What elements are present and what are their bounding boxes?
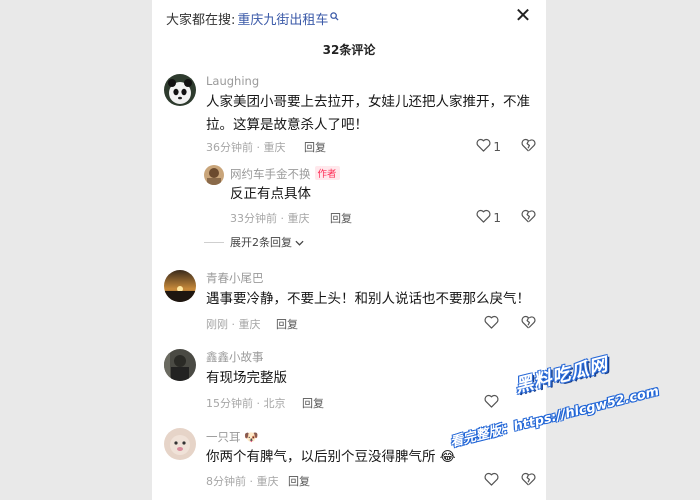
comment-username[interactable]: 鑫鑫小故事 [206, 349, 264, 365]
heart-icon [484, 472, 499, 489]
heart-icon [476, 138, 491, 155]
comment-meta: 15分钟前 · 北京 [206, 397, 286, 410]
comment-actions [484, 314, 536, 333]
comment-meta: 8分钟前 · 重庆 [206, 475, 279, 488]
heart-icon [476, 209, 491, 226]
heart-icon [484, 315, 499, 332]
reply-text: 反正有点具体 [230, 186, 311, 202]
expand-replies-button[interactable]: 展开2条回复 [204, 234, 304, 250]
like-button[interactable] [484, 315, 501, 332]
close-icon[interactable]: ✕ [512, 4, 534, 26]
like-button[interactable]: 1 [476, 138, 501, 155]
reply-button[interactable]: 回复 [276, 316, 298, 332]
like-button[interactable] [484, 394, 501, 411]
reply-meta: 33分钟前 · 重庆 [230, 212, 310, 225]
dislike-button[interactable] [521, 314, 536, 333]
comment-text: 遇事要冷静，不要上头！和别人说话也不要那么戾气！ [206, 291, 530, 307]
avatar[interactable] [204, 165, 224, 185]
comment-text: 人家美团小哥要上去拉开，女娃儿还把人家推开，不准 [206, 94, 530, 110]
broken-heart-icon [521, 314, 536, 333]
chevron-down-icon [295, 236, 304, 249]
broken-heart-icon [521, 471, 536, 490]
like-button[interactable] [484, 472, 501, 489]
dislike-button[interactable] [521, 471, 536, 490]
avatar[interactable] [164, 74, 196, 106]
avatar[interactable] [164, 270, 196, 302]
hot-search-bar[interactable]: 大家都在搜: 重庆九街出租车 [166, 8, 339, 28]
comment-username[interactable]: 青春小尾巴 [206, 270, 264, 286]
comment-actions [484, 393, 536, 412]
reply-actions: 1 [476, 208, 536, 227]
laughing-crying-emoji-icon: 😂 [439, 449, 456, 465]
dislike-button[interactable] [521, 137, 536, 156]
comment-username[interactable]: Laughing [206, 74, 259, 88]
dislike-button[interactable] [521, 208, 536, 227]
comment-text-line2: 拉。这算是故意杀人了吧！ [206, 117, 368, 133]
reply-button[interactable]: 回复 [304, 139, 326, 155]
comment-meta: 刚刚 · 重庆 [206, 318, 261, 331]
author-badge: 作者 [314, 166, 340, 180]
broken-heart-icon [521, 208, 536, 227]
reply-username-row: 网约车手金不换 作者 [230, 166, 340, 182]
reply-button[interactable]: 回复 [288, 473, 310, 489]
comment-text: 有现场完整版 [206, 370, 287, 386]
comment-text-row: 你两个有脾气，以后别个豆没得脾气所 😂 [206, 446, 456, 468]
avatar[interactable] [164, 349, 196, 381]
dog-emoji-icon: 🐶 [244, 430, 259, 444]
broken-heart-icon [521, 137, 536, 156]
avatar[interactable] [164, 428, 196, 460]
reply-button[interactable]: 回复 [330, 210, 352, 226]
like-count: 1 [493, 210, 501, 225]
search-icon[interactable] [330, 12, 339, 24]
comment-meta: 36分钟前 · 重庆 [206, 141, 286, 154]
heart-icon [484, 394, 499, 411]
hot-search-term[interactable]: 重庆九街出租车 [237, 9, 328, 28]
comment-actions [484, 471, 536, 490]
comment-text: 你两个有脾气，以后别个豆没得脾气所 [206, 449, 436, 465]
hot-search-prefix: 大家都在搜: [166, 12, 236, 28]
expand-replies-label: 展开2条回复 [230, 236, 292, 249]
comment-count: 32条评论 [322, 43, 376, 57]
divider [204, 241, 224, 243]
comment-username-row: 一只耳 🐶 [206, 429, 258, 445]
reply-username[interactable]: 网约车手金不换 [230, 167, 311, 181]
like-count: 1 [493, 139, 501, 154]
reply-button[interactable]: 回复 [302, 395, 324, 411]
comment-username[interactable]: 一只耳 [206, 430, 241, 444]
like-button[interactable]: 1 [476, 209, 501, 226]
comment-actions: 1 [476, 137, 536, 156]
